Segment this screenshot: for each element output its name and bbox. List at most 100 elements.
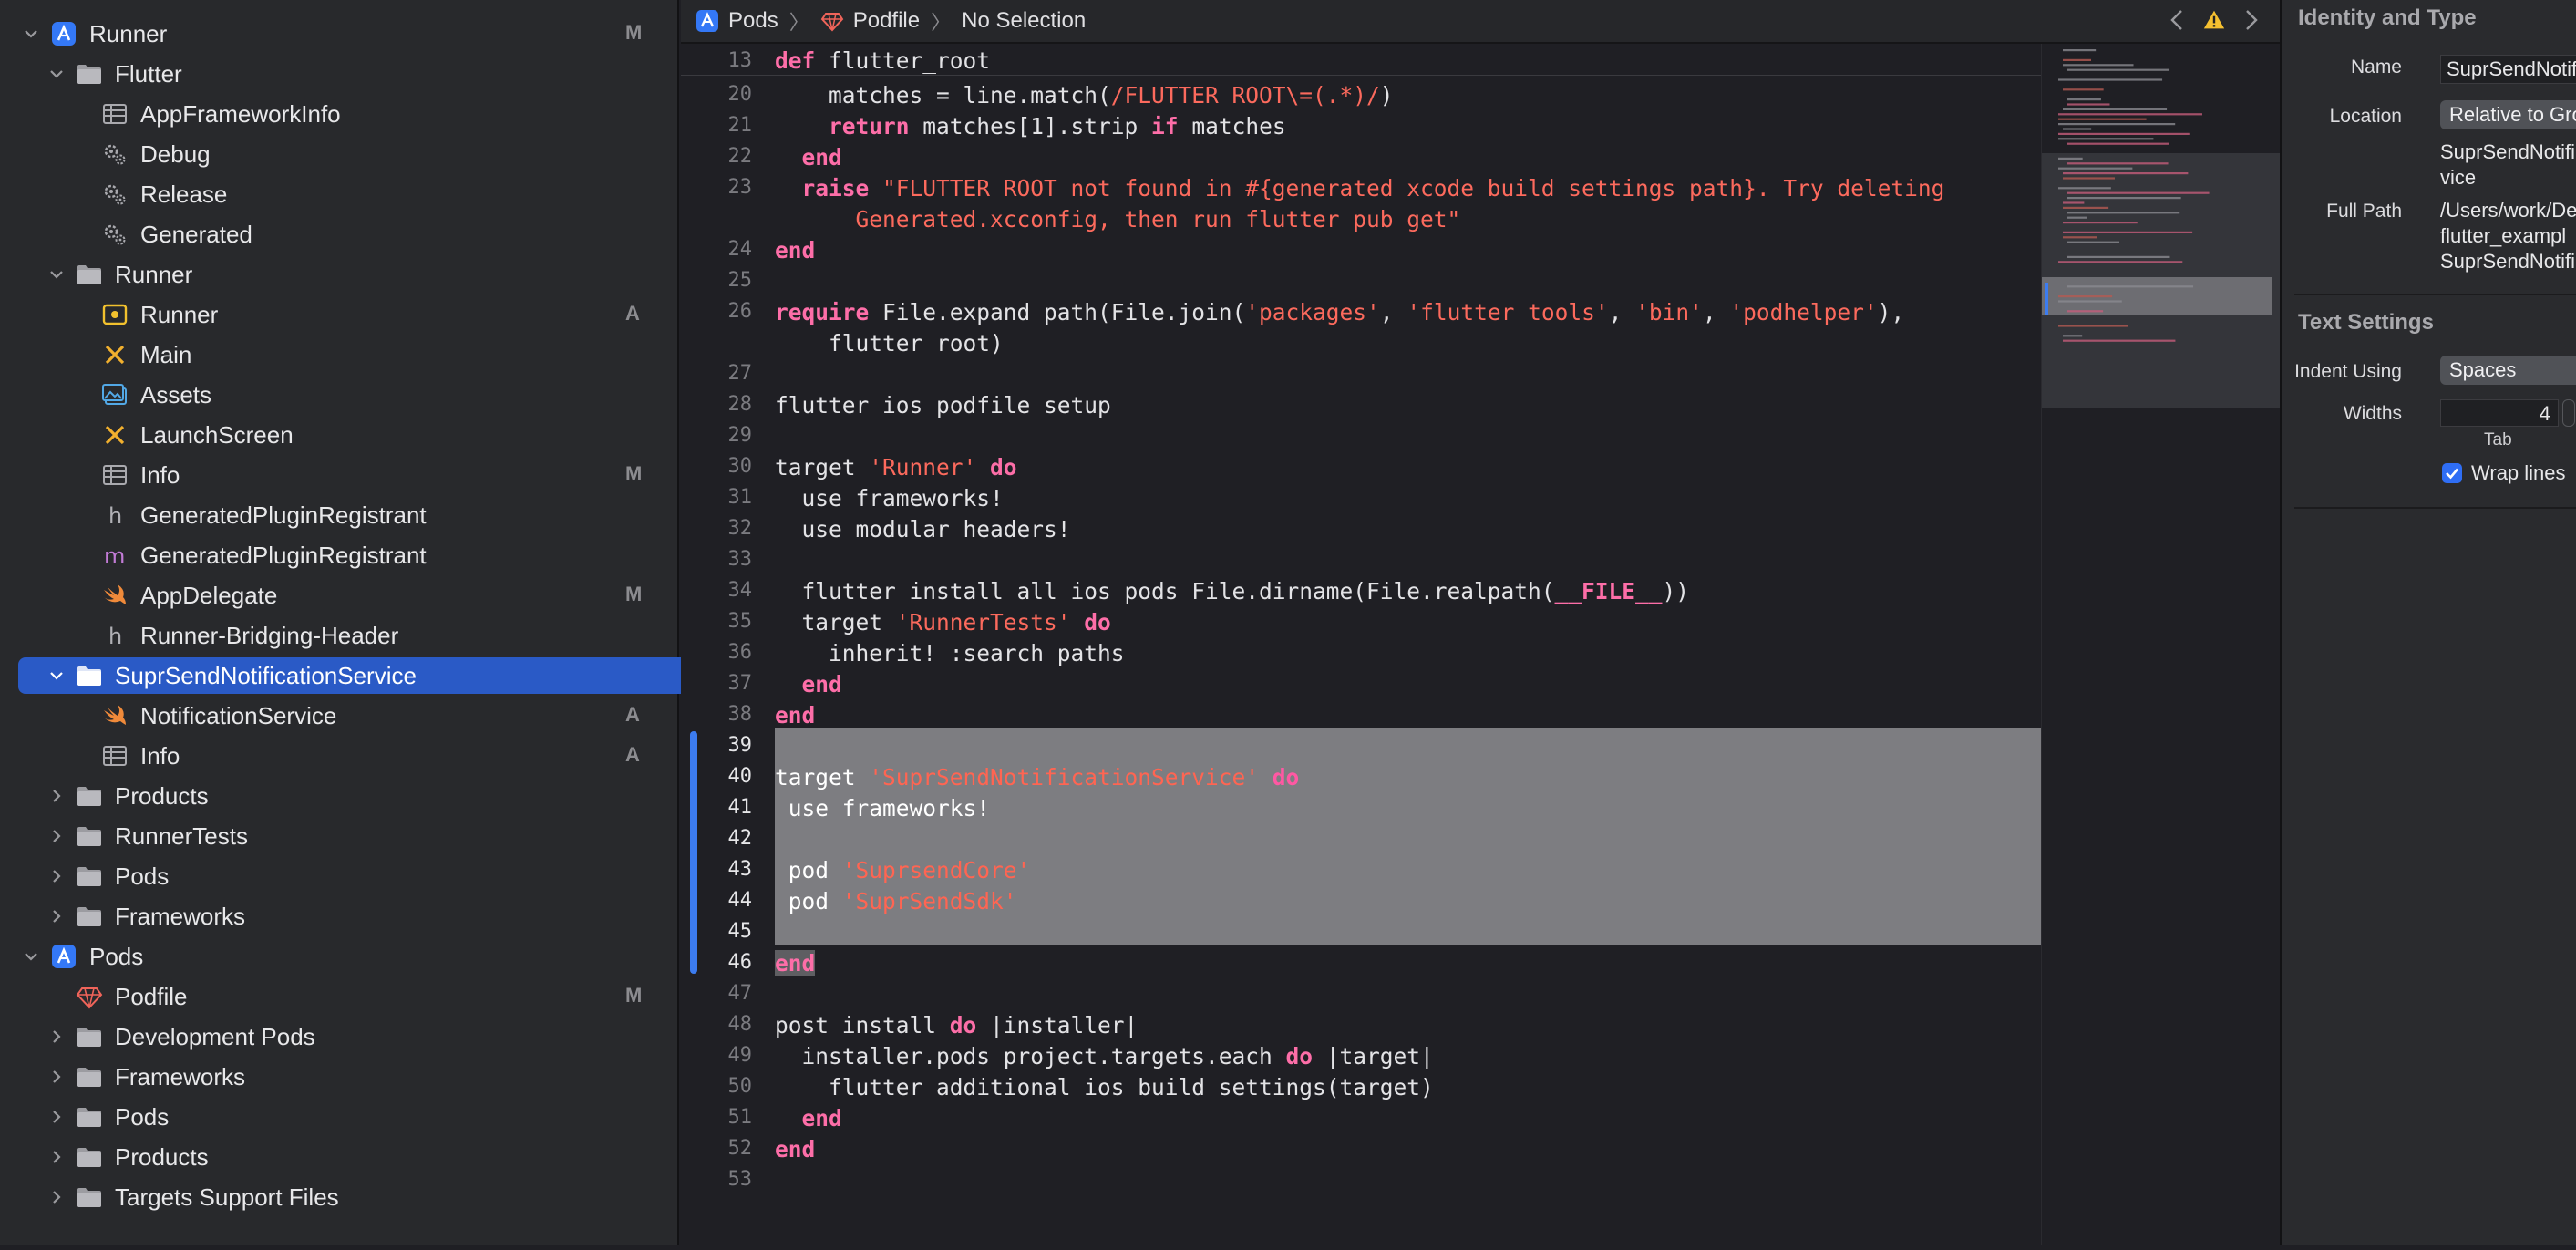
header-file-icon: h	[100, 622, 129, 649]
code-line: end	[775, 1136, 815, 1162]
nav-row-generated-plugin-registrant-impl[interactable]: m GeneratedPluginRegistrant	[71, 537, 656, 573]
line-number: 39	[727, 734, 753, 757]
breadcrumb-pods[interactable]: Pods	[696, 8, 778, 34]
location-path-line-2: vice	[2440, 166, 2477, 189]
code-token: matches	[1178, 113, 1286, 139]
tab-width-stepper[interactable]	[2562, 399, 2575, 427]
nav-row-targets-support-files-group[interactable]: Targets Support Files	[46, 1179, 656, 1215]
folder-icon	[75, 261, 104, 288]
line-number: 53	[727, 1168, 753, 1191]
keyword-token: end	[775, 950, 816, 976]
chevron-right-icon[interactable]	[46, 865, 67, 887]
nav-row-debug-config[interactable]: Debug	[71, 136, 656, 172]
minimap-line	[2058, 261, 2183, 263]
nav-row-pods-group[interactable]: Pods	[46, 858, 656, 894]
chevron-right-icon[interactable]	[46, 1106, 67, 1128]
line-number: 43	[727, 858, 753, 881]
code-token: ),	[1877, 299, 1905, 325]
nav-row-notification-info-plist[interactable]: Info	[71, 738, 656, 774]
nav-row-flutter-group[interactable]: Flutter	[46, 56, 656, 92]
nav-row-main-storyboard[interactable]: Main	[71, 336, 656, 373]
line-number: 35	[727, 610, 753, 633]
chevron-right-icon[interactable]	[46, 1026, 67, 1048]
wrap-lines-checkbox[interactable]	[2442, 463, 2462, 483]
code-token: inherit! :search_paths	[775, 640, 1125, 666]
chevron-right-icon[interactable]	[46, 1066, 67, 1088]
chevron-down-icon[interactable]	[20, 23, 42, 45]
code-line: target 'SuprSendNotificationService' do	[775, 764, 1299, 790]
nav-row-notification-service[interactable]: NotificationService	[71, 697, 656, 734]
breadcrumb-selection[interactable]: No Selection	[962, 8, 1086, 34]
file-inspector: Identity and Type Name SuprSendNotificat…	[2280, 0, 2576, 1245]
folder-icon	[75, 1023, 104, 1050]
code-token: ,	[1608, 299, 1636, 325]
line-number: 27	[727, 362, 753, 385]
minimap[interactable]	[2041, 44, 2281, 1245]
nav-row-suprsend-notification-service-group[interactable]: SuprSendNotificationService	[18, 657, 689, 694]
nav-row-info-plist[interactable]: Info	[71, 457, 656, 493]
tab-width-field[interactable]: 4	[2440, 399, 2559, 427]
chevron-right-icon[interactable]	[46, 905, 67, 927]
minimap-line	[2063, 64, 2134, 67]
breadcrumb-separator: 〉	[788, 11, 809, 34]
code-line: installer.pods_project.targets.each do |…	[775, 1043, 1434, 1069]
nav-row-app-framework-info[interactable]: AppFrameworkInfo	[71, 96, 656, 132]
identity-heading: Identity and Type	[2298, 5, 2477, 30]
nav-row-runner-group[interactable]: Runner	[46, 256, 656, 293]
nav-row-runner-tests-group[interactable]: RunnerTests	[46, 818, 656, 854]
previous-issue-icon[interactable]	[2167, 7, 2189, 33]
svg-text:m: m	[104, 543, 125, 569]
checkmark-icon	[2446, 468, 2458, 480]
nav-row-generated-config[interactable]: Generated	[71, 216, 656, 253]
indent-using-popup[interactable]: Spaces	[2440, 356, 2576, 385]
folder-icon	[75, 60, 104, 88]
keyword-token: do	[949, 1012, 977, 1038]
chevron-right-icon[interactable]	[46, 1146, 67, 1168]
location-popup[interactable]: Relative to Group	[2440, 100, 2576, 129]
code-line: Generated.xcconfig, then run flutter pub…	[775, 206, 1461, 232]
nav-row-label: LaunchScreen	[140, 420, 294, 449]
chevron-down-icon[interactable]	[46, 63, 67, 85]
nav-row-pods-project[interactable]: Pods	[20, 938, 656, 975]
chevron-down-icon[interactable]	[20, 945, 42, 967]
nav-row-assets-catalog[interactable]: Assets	[71, 377, 656, 413]
warning-icon[interactable]	[2203, 7, 2225, 33]
minimap-line	[2058, 113, 2202, 116]
code-token: use_modular_headers!	[775, 516, 1071, 542]
nav-row-pods-frameworks-group[interactable]: Frameworks	[46, 1059, 656, 1095]
nav-row-generated-plugin-registrant-header[interactable]: h GeneratedPluginRegistrant	[71, 497, 656, 533]
nav-row-label: SuprSendNotificationService	[115, 661, 417, 689]
name-field[interactable]: SuprSendNotificationService	[2440, 55, 2576, 84]
chevron-down-icon[interactable]	[46, 665, 67, 687]
code-line: flutter_additional_ios_build_settings(ta…	[775, 1074, 1434, 1100]
source-editor[interactable]: 13 def flutter_root 20 matches = line.mat…	[681, 44, 2041, 1245]
chevron-right-icon[interactable]	[46, 825, 67, 847]
nav-row-runner-project[interactable]: Runner	[20, 15, 656, 52]
breadcrumb-podfile[interactable]: Podfile	[820, 8, 920, 34]
keyword-token: def	[775, 47, 816, 74]
nav-row-frameworks-group[interactable]: Frameworks	[46, 898, 656, 935]
nav-row-runner-bridging-header[interactable]: h Runner-Bridging-Header	[71, 617, 656, 654]
nav-row-app-delegate[interactable]: AppDelegate	[71, 577, 656, 614]
next-issue-icon[interactable]	[2240, 7, 2262, 33]
minimap-line	[2067, 191, 2210, 194]
nav-row-development-pods-group[interactable]: Development Pods	[46, 1018, 656, 1055]
chevron-right-icon[interactable]	[46, 785, 67, 807]
nav-row-podfile[interactable]: Podfile	[46, 978, 656, 1015]
minimap-line	[2063, 177, 2115, 180]
chevron-down-icon[interactable]	[46, 263, 67, 285]
nav-row-pods-pods-group[interactable]: Pods	[46, 1099, 656, 1135]
nav-row-release-config[interactable]: Release	[71, 176, 656, 212]
line-number: 32	[727, 517, 753, 540]
chevron-right-icon[interactable]	[46, 1186, 67, 1208]
minimap-preview	[2042, 49, 2281, 408]
string-token: 'SuprsendCore'	[841, 857, 1031, 883]
nav-row-launch-screen[interactable]: LaunchScreen	[71, 417, 656, 453]
name-label: Name	[2350, 57, 2402, 77]
nav-row-pods-products-group[interactable]: Products	[46, 1139, 656, 1175]
nav-row-label: Info	[140, 741, 180, 770]
nav-row-products-group[interactable]: Products	[46, 778, 656, 814]
nav-row-runner-entitlements[interactable]: Runner	[71, 296, 656, 333]
